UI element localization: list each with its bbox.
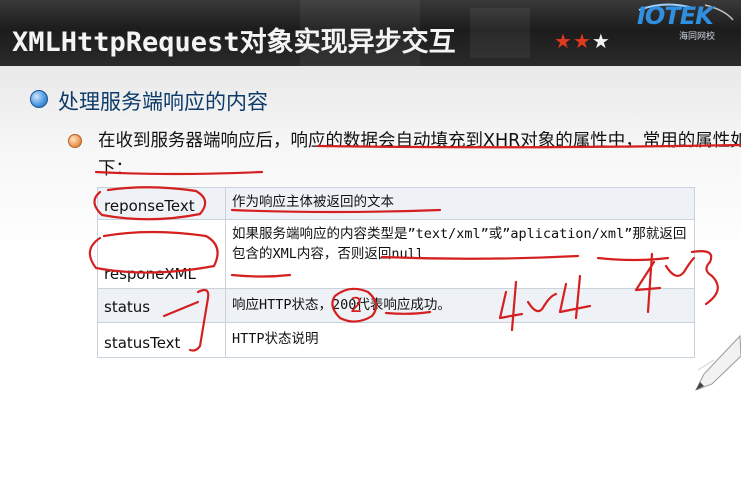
iotek-logo: IOTEK 海同网校 — [635, 2, 735, 42]
property-description: 作为响应主体被返回的文本 — [225, 187, 695, 220]
property-name: status — [97, 288, 226, 323]
star-icon: ★ — [554, 29, 572, 53]
property-description: 如果服务端响应的内容类型是”text/xml”或”aplication/xml”… — [225, 219, 695, 289]
table-row: reponseText 作为响应主体被返回的文本 — [97, 187, 695, 220]
property-name: reponseText — [97, 187, 226, 220]
pen-cursor-icon — [690, 330, 741, 400]
orange-bullet-icon — [68, 134, 82, 148]
title-bar: XMLHttpRequest对象实现异步交互 ★★★ IOTEK 海同网校 — [0, 0, 741, 66]
table-row: statusText HTTP状态说明 — [97, 322, 695, 358]
xhr-properties-table: reponseText 作为响应主体被返回的文本 responeXML 如果服务… — [97, 187, 695, 358]
bullet-text: 在收到服务器端响应后，响应的数据会自动填充到XHR对象的属性中，常用的属性如下： — [98, 131, 741, 179]
star-icon: ★ — [591, 29, 610, 53]
difficulty-stars: ★★★ — [554, 29, 611, 53]
property-name: statusText — [97, 322, 226, 358]
background-decoration — [470, 8, 530, 58]
star-icon: ★ — [572, 29, 591, 53]
slide-title: XMLHttpRequest对象实现异步交互 — [12, 27, 456, 58]
blue-bullet-icon — [30, 90, 48, 108]
property-name: responeXML — [97, 219, 226, 289]
logo-text: IOTEK — [637, 2, 714, 30]
table-row: responeXML 如果服务端响应的内容类型是”text/xml”或”apli… — [97, 219, 695, 289]
section-heading: 处理服务端响应的内容 — [58, 90, 268, 114]
table-row: status 响应HTTP状态，200代表响应成功。 — [97, 288, 695, 323]
property-description: 响应HTTP状态，200代表响应成功。 — [225, 288, 695, 323]
logo-subtitle: 海同网校 — [679, 32, 716, 42]
property-description: HTTP状态说明 — [225, 322, 695, 358]
